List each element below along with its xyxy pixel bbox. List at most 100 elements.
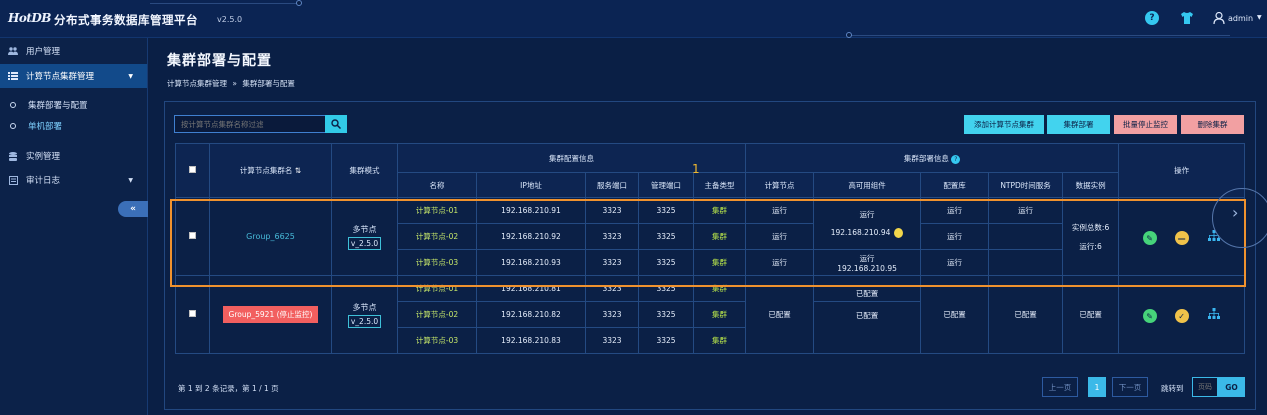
- column-header: 主备类型: [692, 172, 747, 198]
- logo: HotDB: [8, 11, 51, 25]
- column-header: 管理端口: [638, 172, 694, 198]
- sidebar-item-label: 单机部署: [28, 122, 63, 132]
- role-type: 集群: [692, 327, 747, 354]
- node-ip: 192.168.210.82: [476, 301, 586, 328]
- user-icon[interactable]: [1212, 11, 1226, 25]
- list-icon: [8, 72, 18, 81]
- sidebar-item-label: 计算节点集群管理: [26, 72, 95, 82]
- breadcrumb-item[interactable]: 计算节点集群管理: [167, 79, 227, 88]
- column-group-header: 集群部署信息 ?: [745, 143, 1120, 173]
- cluster-mode-cell: 多节点 v_2.5.0: [331, 275, 398, 354]
- circle-icon: [10, 123, 16, 129]
- app-version: v2.5.0: [217, 15, 243, 24]
- cluster-name-stopped-badge[interactable]: Group_5921 (停止监控): [222, 306, 319, 323]
- actions-cell: ✎ ✓: [1118, 275, 1246, 354]
- service-port: 3323: [585, 327, 639, 354]
- column-header: 服务端口: [585, 172, 639, 198]
- top-bar: HotDB 分布式事务数据库管理平台 v2.5.0 ? admin ▼: [0, 0, 1267, 38]
- chevron-down-icon: ▼: [128, 72, 133, 80]
- topology-icon[interactable]: [1207, 306, 1221, 320]
- circle-icon: [10, 102, 16, 108]
- cluster-name-cell: Group_5921 (停止监控): [209, 275, 332, 354]
- sidebar-item-audit-log[interactable]: 审计日志 ▼: [0, 168, 147, 192]
- instances-cell: 已配置: [1062, 275, 1120, 354]
- column-header: 数据实例: [1062, 172, 1120, 198]
- pagination-info: 第 1 到 2 条记录，第 1 / 1 页: [178, 384, 279, 393]
- deploy-cluster-button[interactable]: 集群部署: [1047, 115, 1110, 134]
- compute-status: 已配置: [745, 275, 815, 354]
- node-name: 计算节点-03: [397, 327, 477, 354]
- decor-line: [850, 35, 1230, 36]
- version-badge: v_2.5.0: [347, 314, 382, 328]
- column-header: 高可用组件: [813, 172, 922, 198]
- search-icon: [331, 119, 341, 129]
- sidebar-item-cluster-management[interactable]: 计算节点集群管理 ▼: [0, 64, 147, 88]
- user-name[interactable]: admin: [1228, 14, 1253, 23]
- theme-icon[interactable]: [1180, 11, 1194, 25]
- annotation-number: 1: [692, 162, 700, 176]
- node-name: 计算节点-02: [397, 301, 477, 328]
- resume-monitor-icon[interactable]: ✓: [1174, 309, 1189, 323]
- go-button[interactable]: GO: [1218, 377, 1245, 397]
- column-header: IP地址: [476, 172, 586, 198]
- breadcrumb-separator: »: [232, 79, 237, 88]
- service-port: 3323: [585, 301, 639, 328]
- chevron-right-icon[interactable]: ›: [1232, 203, 1238, 222]
- collapse-sidebar-button[interactable]: «: [118, 201, 148, 217]
- ntpd-status: 已配置: [988, 275, 1064, 354]
- add-cluster-button[interactable]: 添加计算节点集群: [964, 115, 1044, 134]
- column-header[interactable]: 计算节点集群名 ⇅: [209, 143, 332, 198]
- log-icon: [8, 175, 18, 185]
- cluster-mode: 多节点: [352, 302, 377, 312]
- row-checkbox[interactable]: [189, 310, 196, 317]
- next-page-button[interactable]: 下一页: [1112, 377, 1148, 397]
- column-header: 配置库: [920, 172, 990, 198]
- user-caret-icon[interactable]: ▼: [1257, 14, 1262, 21]
- app-title: 分布式事务数据库管理平台: [54, 13, 198, 27]
- scroll-right-circle[interactable]: [1212, 188, 1267, 248]
- highlight-box: [170, 199, 1246, 287]
- chevron-down-icon: ▼: [128, 176, 133, 184]
- select-all-cell: [175, 143, 210, 198]
- sidebar-item-standalone-deploy[interactable]: 单机部署: [0, 116, 147, 136]
- batch-stop-monitor-button[interactable]: 批量停止监控: [1114, 115, 1177, 134]
- help-icon[interactable]: ?: [1145, 11, 1159, 25]
- sidebar-item-label: 用户管理: [26, 47, 61, 57]
- config-db-status: 已配置: [920, 275, 990, 354]
- page-title: 集群部署与配置: [167, 53, 272, 69]
- page-jump-input[interactable]: [1192, 377, 1218, 397]
- sidebar-item-label: 审计日志: [26, 176, 61, 186]
- admin-port: 3325: [638, 301, 694, 328]
- select-all-checkbox[interactable]: [189, 166, 196, 173]
- sidebar-item-label: 集群部署与配置: [28, 101, 88, 111]
- sidebar-item-users[interactable]: 用户管理: [0, 39, 147, 63]
- sidebar-item-label: 实例管理: [26, 152, 61, 162]
- search-input[interactable]: [174, 115, 326, 133]
- node-ip: 192.168.210.83: [476, 327, 586, 354]
- admin-port: 3325: [638, 327, 694, 354]
- role-type: 集群: [692, 301, 747, 328]
- column-header: 计算节点: [745, 172, 815, 198]
- prev-page-button[interactable]: 上一页: [1042, 377, 1078, 397]
- ha-status: 已配置: [813, 301, 922, 354]
- jump-label: 跳转到: [1161, 384, 1184, 393]
- users-icon: [8, 47, 18, 56]
- column-header: NTPD时间服务: [988, 172, 1064, 198]
- decor-dot: [296, 0, 302, 6]
- search-button[interactable]: [325, 115, 347, 133]
- breadcrumb-item: 集群部署与配置: [242, 79, 295, 88]
- breadcrumb: 计算节点集群管理 » 集群部署与配置: [167, 78, 298, 89]
- column-header: 集群模式: [331, 143, 398, 198]
- help-icon[interactable]: ?: [951, 154, 961, 164]
- database-icon: [8, 151, 18, 161]
- sidebar-item-cluster-deploy[interactable]: 集群部署与配置: [0, 95, 147, 115]
- sidebar-item-instances[interactable]: 实例管理: [0, 144, 147, 168]
- decor-dot: [846, 32, 852, 38]
- decor-line: [150, 3, 300, 4]
- sort-icon[interactable]: ⇅: [295, 166, 301, 175]
- column-header: 名称: [397, 172, 477, 198]
- edit-icon[interactable]: ✎: [1142, 309, 1157, 323]
- page-number-button[interactable]: 1: [1088, 377, 1106, 397]
- delete-cluster-button[interactable]: 删除集群: [1181, 115, 1244, 134]
- column-header: 操作: [1118, 143, 1246, 198]
